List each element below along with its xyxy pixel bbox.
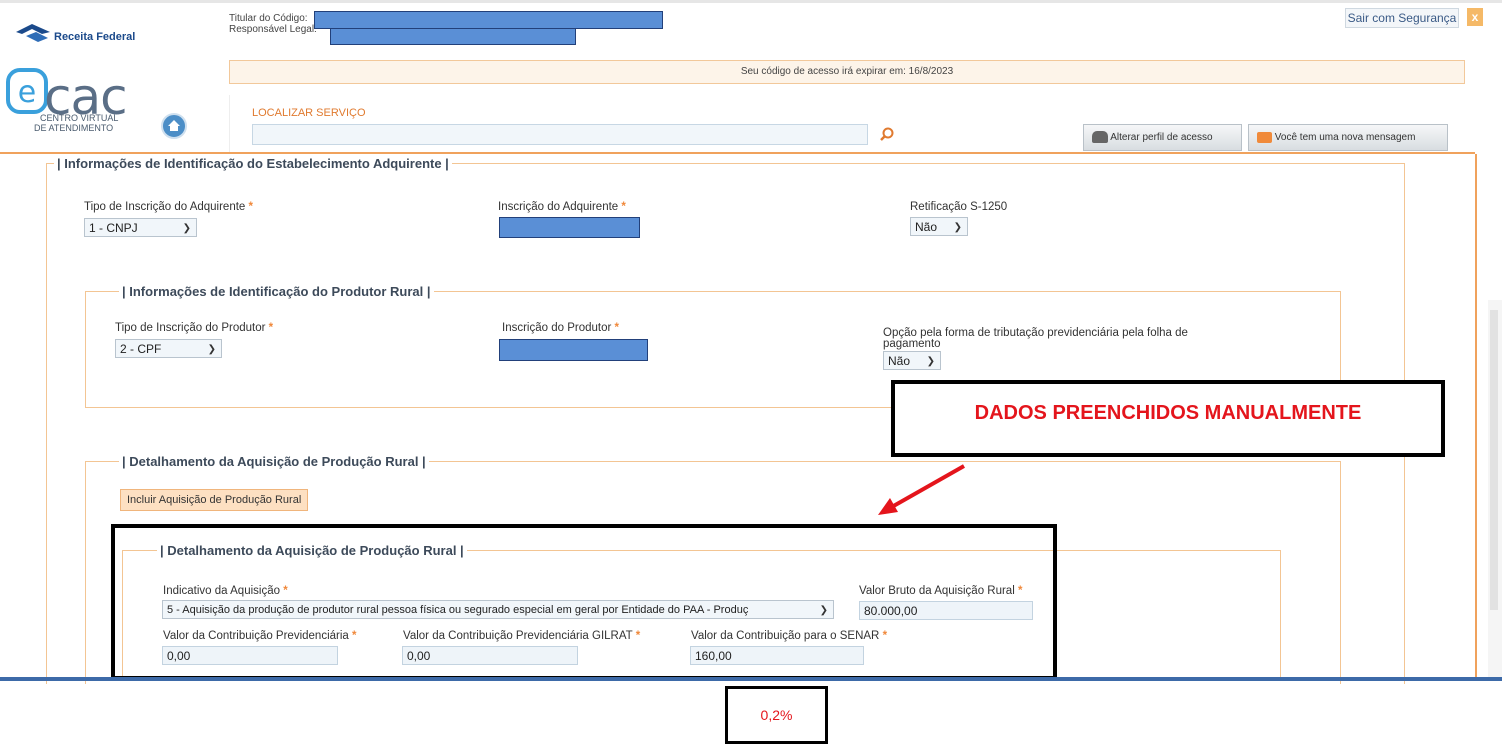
change-profile-button[interactable]: Alterar perfil de acesso	[1083, 124, 1242, 151]
retificacao-select[interactable]: Não ❯	[910, 217, 968, 236]
red-arrow-icon	[878, 464, 965, 515]
required-star: *	[248, 201, 254, 213]
bottom-divider	[0, 677, 1502, 681]
expiry-notice: Seu código de acesso irá expirar em: 16/…	[229, 60, 1465, 84]
ecac-e-icon: e	[6, 68, 48, 114]
tipo-adquirente-label: Tipo de Inscrição do Adquirente *	[84, 201, 254, 213]
chevron-down-icon: ❯	[207, 344, 216, 355]
required-star: *	[614, 322, 619, 334]
dados-annotation-text: DADOS PREENCHIDOS MANUALMENTE	[974, 402, 1362, 424]
legend-estabelecimento: | Informações de Identificação do Estabe…	[54, 156, 452, 171]
tipo-adquirente-select[interactable]: 1 - CNPJ ❯	[84, 218, 197, 237]
percent-annotation: 0,2%	[725, 686, 828, 744]
home-icon[interactable]	[161, 113, 187, 139]
scrollbar-thumb[interactable]	[1490, 310, 1498, 610]
tipo-produtor-label: Tipo de Inscrição do Produtor *	[115, 322, 274, 334]
inscricao-produtor-label: Inscrição do Produtor *	[502, 322, 619, 334]
top-strip	[0, 0, 1502, 3]
responsavel-redacted	[330, 28, 576, 45]
logout-button[interactable]: Sair com Segurança	[1345, 8, 1459, 28]
search-input[interactable]	[252, 124, 868, 145]
ecac-subtitle-1: CENTRO VIRTUAL	[40, 113, 119, 123]
content-right-border	[1475, 154, 1477, 677]
chevron-down-icon: ❯	[182, 223, 191, 234]
ecac-subtitle-2: DE ATENDIMENTO	[34, 123, 114, 133]
titular-label: Titular do Código:	[229, 13, 308, 24]
new-message-label: Você tem uma nova mensagem	[1274, 132, 1416, 143]
new-message-button[interactable]: Você tem uma nova mensagem	[1248, 124, 1448, 151]
search-icon[interactable]	[880, 127, 894, 141]
titular-redacted	[314, 11, 663, 29]
filled-fields-annotation-box	[111, 524, 1057, 680]
chevron-down-icon: ❯	[953, 222, 962, 233]
inscricao-adquirente-input[interactable]	[499, 217, 640, 238]
legend-detalhamento: | Detalhamento da Aquisição de Produção …	[119, 454, 429, 469]
chevron-down-icon: ❯	[926, 356, 935, 367]
incluir-aquisicao-button[interactable]: Incluir Aquisição de Produção Rural	[120, 489, 309, 511]
header-divider	[0, 152, 1475, 154]
mail-icon	[1257, 131, 1272, 143]
search-label: LOCALIZAR SERVIÇO	[252, 107, 366, 119]
responsavel-label: Responsável Legal:	[229, 24, 317, 35]
required-star: *	[621, 201, 626, 213]
opcao-tributacao-select[interactable]: Não ❯	[883, 351, 941, 370]
inscricao-adquirente-label: Inscrição do Adquirente *	[498, 201, 626, 213]
legend-produtor: | Informações de Identificação do Produt…	[119, 284, 434, 299]
receita-federal-label: Receita Federal	[54, 31, 136, 43]
close-icon[interactable]: x	[1467, 8, 1483, 26]
change-profile-label: Alterar perfil de acesso	[1110, 132, 1213, 143]
inscricao-produtor-input[interactable]	[499, 339, 648, 361]
users-icon	[1092, 131, 1108, 144]
opcao-tributacao-label: Opção pela forma de tributação previdenc…	[883, 327, 1188, 350]
required-star: *	[268, 322, 274, 334]
svg-text:e: e	[18, 75, 36, 110]
retificacao-label: Retificação S-1250	[910, 201, 1008, 213]
tipo-produtor-select[interactable]: 2 - CPF ❯	[115, 339, 222, 358]
